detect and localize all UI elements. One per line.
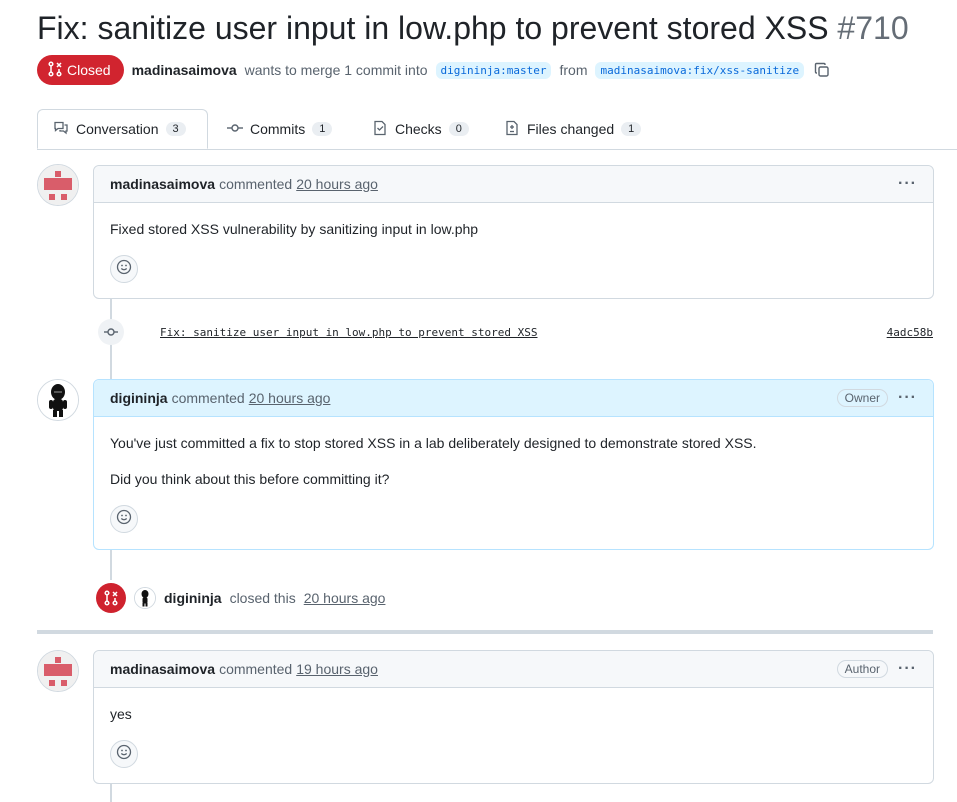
comment-header: madinasaimova commented 20 hours ago ···: [94, 166, 933, 203]
comment-time[interactable]: 19 hours ago: [296, 661, 378, 677]
comment-author[interactable]: madinasaimova: [110, 176, 215, 192]
tab-count: 3: [165, 122, 186, 136]
merge-text: wants to merge 1 commit into: [244, 62, 428, 78]
kebab-horizontal-icon[interactable]: ···: [898, 389, 917, 407]
pr-number: #710: [837, 10, 909, 46]
status-badge: Closed: [37, 55, 124, 85]
tab-commits[interactable]: Commits 1: [227, 109, 333, 149]
add-reaction-button[interactable]: [110, 255, 138, 283]
comment-time[interactable]: 20 hours ago: [249, 390, 331, 406]
tab-label: Files changed: [527, 121, 615, 137]
comment-verb: commented: [219, 661, 293, 677]
commit-sha-link[interactable]: 4adc58b: [887, 326, 933, 339]
comment-time[interactable]: 20 hours ago: [296, 176, 378, 192]
commit-item: Fix: sanitize user input in low.php to p…: [98, 319, 933, 345]
status-label: Closed: [67, 62, 111, 78]
from-text: from: [559, 62, 588, 78]
comment-verb: commented: [171, 390, 245, 406]
comment-body: yes: [94, 688, 933, 784]
author-badge: Author: [836, 660, 889, 678]
head-branch[interactable]: madinasaimova:fix/xss-sanitize: [595, 61, 805, 79]
avatar[interactable]: [37, 650, 79, 692]
pr-meta: Closed madinasaimova wants to merge 1 co…: [37, 55, 830, 85]
tab-label: Conversation: [76, 121, 159, 137]
closed-event: digininja closed this 20 hours ago: [96, 583, 385, 613]
event-time[interactable]: 20 hours ago: [304, 590, 386, 606]
avatar[interactable]: [37, 379, 79, 421]
file-diff-icon: [504, 120, 520, 139]
pr-title-text: Fix: sanitize user input in low.php to p…: [37, 10, 829, 46]
owner-badge: Owner: [836, 389, 889, 407]
tab-count: 1: [312, 122, 333, 136]
smiley-icon: [116, 259, 132, 280]
event-text: closed this: [229, 590, 296, 606]
commit-message-link[interactable]: Fix: sanitize user input in low.php to p…: [160, 326, 538, 339]
git-commit-icon: [227, 120, 243, 139]
avatar[interactable]: [134, 587, 156, 609]
comment-card: madinasaimova commented 20 hours ago ···…: [93, 165, 934, 299]
comment-author[interactable]: digininja: [110, 390, 168, 406]
event-actor[interactable]: digininja: [164, 590, 222, 606]
smiley-icon: [116, 509, 132, 530]
comment-paragraph: Fixed stored XSS vulnerability by saniti…: [110, 221, 479, 237]
tab-label: Commits: [250, 121, 306, 137]
tab-checks[interactable]: Checks 0: [372, 109, 469, 149]
timeline-line: [110, 783, 112, 802]
avatar[interactable]: [37, 164, 79, 206]
comment-paragraph: yes: [110, 706, 132, 722]
comment-paragraph: Did you think about this before committi…: [110, 471, 390, 487]
kebab-horizontal-icon[interactable]: ···: [898, 175, 917, 193]
tab-count: 1: [621, 122, 642, 136]
copy-icon[interactable]: [814, 62, 830, 78]
git-commit-icon: [98, 319, 124, 345]
timeline-divider: [37, 630, 933, 634]
tab-conversation[interactable]: Conversation 3: [37, 109, 208, 149]
checklist-icon: [372, 120, 388, 139]
comment-discussion-icon: [53, 120, 69, 139]
kebab-horizontal-icon[interactable]: ···: [898, 660, 917, 678]
git-pull-request-closed-icon: [47, 60, 63, 80]
comment-body: You've just committed a fix to stop stor…: [94, 417, 933, 549]
comment-body: Fixed stored XSS vulnerability by saniti…: [94, 203, 933, 299]
comment-author[interactable]: madinasaimova: [110, 661, 215, 677]
comment-header: madinasaimova commented 19 hours ago Aut…: [94, 651, 933, 688]
base-branch[interactable]: digininja:master: [435, 61, 552, 79]
comment-paragraph: You've just committed a fix to stop stor…: [110, 435, 757, 451]
tab-label: Checks: [395, 121, 442, 137]
comment-verb: commented: [219, 176, 293, 192]
pr-title: Fix: sanitize user input in low.php to p…: [37, 8, 909, 48]
add-reaction-button[interactable]: [110, 505, 138, 533]
add-reaction-button[interactable]: [110, 740, 138, 768]
comment-card: madinasaimova commented 19 hours ago Aut…: [93, 650, 934, 784]
smiley-icon: [116, 744, 132, 765]
git-pull-request-closed-icon: [96, 583, 126, 613]
comment-header: digininja commented 20 hours ago Owner ·…: [94, 380, 933, 417]
pr-tabs: Conversation 3 Commits 1 Checks 0 Files …: [37, 109, 957, 150]
pr-author-link[interactable]: madinasaimova: [132, 62, 237, 78]
comment-card: digininja commented 20 hours ago Owner ·…: [93, 379, 934, 550]
tab-count: 0: [448, 122, 469, 136]
tab-files-changed[interactable]: Files changed 1: [504, 109, 642, 149]
